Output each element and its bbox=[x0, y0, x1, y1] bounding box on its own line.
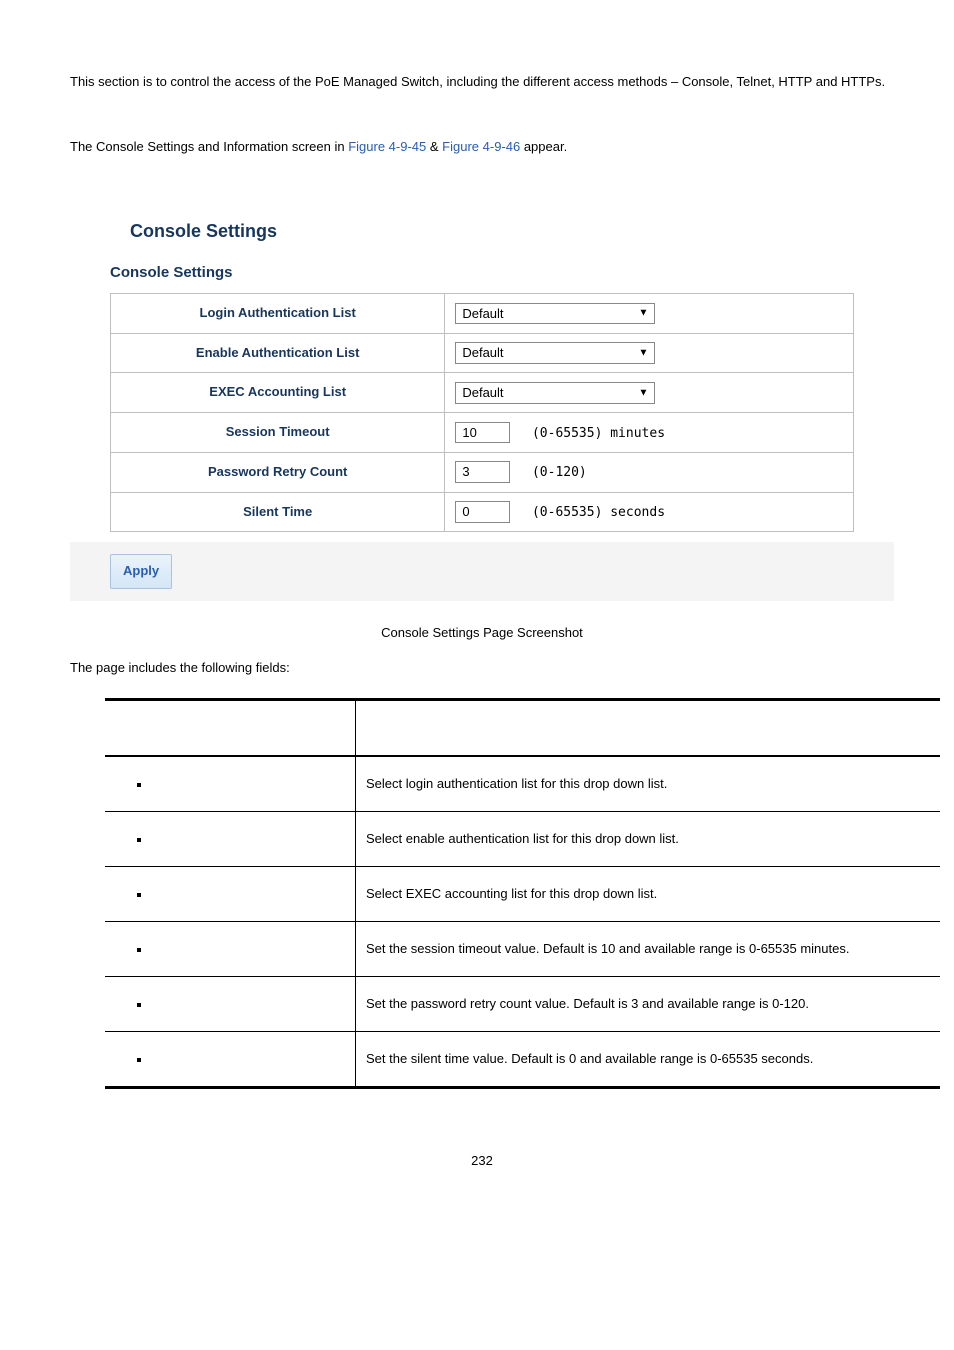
chevron-down-icon: ▼ bbox=[638, 348, 648, 360]
label-session-timeout: Session Timeout bbox=[111, 413, 445, 453]
fields-header-row bbox=[105, 700, 940, 757]
field-desc: Select enable authentication list for th… bbox=[356, 812, 941, 867]
figure-label: Console Settings Page Screenshot bbox=[70, 621, 894, 646]
screenshot-subtitle: Console Settings bbox=[110, 259, 854, 294]
fields-table: Select login authentication list for thi… bbox=[105, 698, 940, 1089]
enable-auth-value: Default bbox=[462, 345, 503, 360]
session-timeout-unit: (0-65535) minutes bbox=[532, 426, 665, 441]
page-includes-text: The page includes the following fields: bbox=[70, 656, 894, 681]
field-row: Set the silent time value. Default is 0 … bbox=[105, 1032, 940, 1088]
session-timeout-input[interactable]: 10 bbox=[455, 422, 510, 444]
label-login-auth: Login Authentication List bbox=[111, 294, 445, 334]
console-settings-table: Login Authentication List Default ▼ Enab… bbox=[110, 293, 854, 532]
field-row: Set the session timeout value. Default i… bbox=[105, 922, 940, 977]
bullet-icon bbox=[137, 783, 141, 787]
row-session-timeout: Session Timeout 10 (0-65535) minutes bbox=[111, 413, 854, 453]
login-auth-dropdown[interactable]: Default ▼ bbox=[455, 303, 655, 325]
row-enable-auth: Enable Authentication List Default ▼ bbox=[111, 333, 854, 373]
chevron-down-icon: ▼ bbox=[638, 387, 648, 399]
field-row: Select EXEC accounting list for this dro… bbox=[105, 867, 940, 922]
intro2-post: appear. bbox=[520, 139, 567, 154]
chevron-down-icon: ▼ bbox=[638, 308, 648, 320]
page-number: 232 bbox=[70, 1149, 894, 1174]
field-desc: Select login authentication list for thi… bbox=[356, 756, 941, 812]
bullet-icon bbox=[137, 838, 141, 842]
bullet-icon bbox=[137, 893, 141, 897]
field-desc: Set the silent time value. Default is 0 … bbox=[356, 1032, 941, 1088]
bullet-icon bbox=[137, 948, 141, 952]
label-exec-acct: EXEC Accounting List bbox=[111, 373, 445, 413]
intro2-amp: & bbox=[426, 139, 442, 154]
field-desc: Set the password retry count value. Defa… bbox=[356, 977, 941, 1032]
exec-acct-value: Default bbox=[462, 385, 503, 400]
password-retry-input[interactable]: 3 bbox=[455, 461, 510, 483]
label-password-retry: Password Retry Count bbox=[111, 452, 445, 492]
enable-auth-dropdown[interactable]: Default ▼ bbox=[455, 342, 655, 364]
screenshot-title: Console Settings bbox=[110, 199, 854, 258]
password-retry-unit: (0-120) bbox=[532, 465, 587, 480]
figure-link-1[interactable]: Figure 4-9-45 bbox=[348, 139, 426, 154]
intro2-pre: The Console Settings and Information scr… bbox=[70, 139, 348, 154]
figure-link-2[interactable]: Figure 4-9-46 bbox=[442, 139, 520, 154]
label-silent-time: Silent Time bbox=[111, 492, 445, 532]
exec-acct-dropdown[interactable]: Default ▼ bbox=[455, 382, 655, 404]
field-row: Select enable authentication list for th… bbox=[105, 812, 940, 867]
field-desc: Select EXEC accounting list for this dro… bbox=[356, 867, 941, 922]
silent-time-input[interactable]: 0 bbox=[455, 501, 510, 523]
label-enable-auth: Enable Authentication List bbox=[111, 333, 445, 373]
field-desc: Set the session timeout value. Default i… bbox=[356, 922, 941, 977]
field-row: Set the password retry count value. Defa… bbox=[105, 977, 940, 1032]
apply-button[interactable]: Apply bbox=[110, 554, 172, 589]
intro-paragraph-2: The Console Settings and Information scr… bbox=[70, 135, 894, 160]
row-silent-time: Silent Time 0 (0-65535) seconds bbox=[111, 492, 854, 532]
field-row: Select login authentication list for thi… bbox=[105, 756, 940, 812]
bullet-icon bbox=[137, 1058, 141, 1062]
row-exec-acct: EXEC Accounting List Default ▼ bbox=[111, 373, 854, 413]
login-auth-value: Default bbox=[462, 306, 503, 321]
row-login-auth: Login Authentication List Default ▼ bbox=[111, 294, 854, 334]
console-settings-screenshot: Console Settings Console Settings Login … bbox=[70, 189, 894, 601]
bullet-icon bbox=[137, 1003, 141, 1007]
row-password-retry: Password Retry Count 3 (0-120) bbox=[111, 452, 854, 492]
intro-paragraph-1: This section is to control the access of… bbox=[70, 70, 894, 95]
silent-time-unit: (0-65535) seconds bbox=[532, 505, 665, 520]
